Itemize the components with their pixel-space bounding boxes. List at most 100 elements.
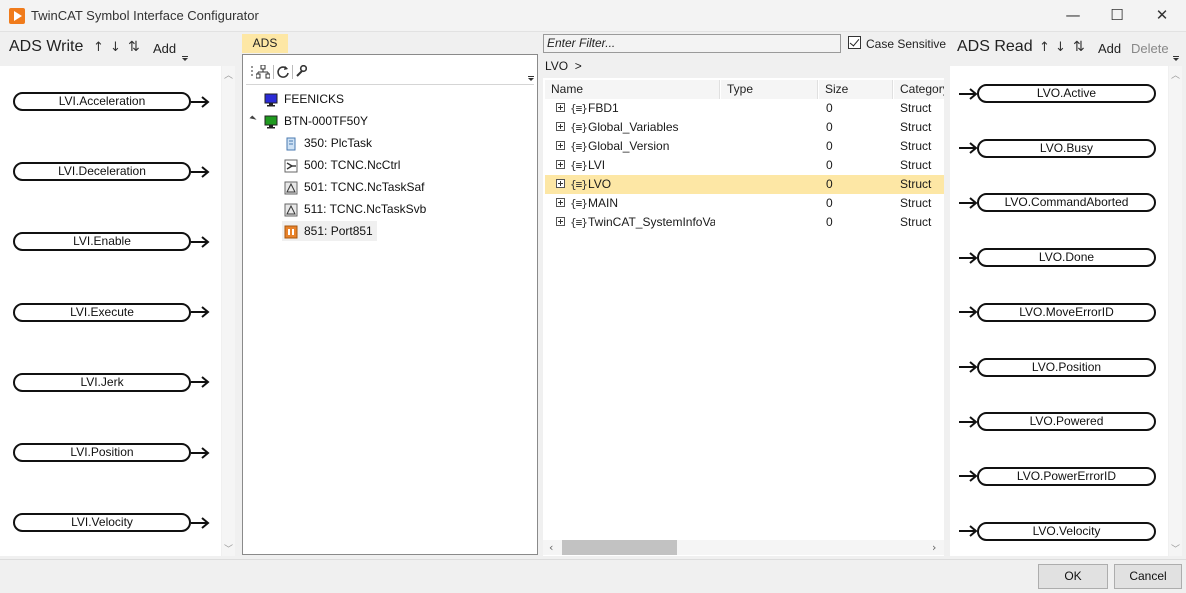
more-options-icon[interactable] xyxy=(182,56,190,62)
hscroll-thumb[interactable] xyxy=(562,540,677,555)
ads-write-symbol[interactable]: LVI.Jerk xyxy=(13,372,191,392)
symbol-category: Struct xyxy=(900,215,932,229)
input-arrow-icon xyxy=(959,87,978,100)
move-up-button[interactable]: ↑ xyxy=(93,40,104,55)
ads-read-symbol[interactable]: LVO.Active xyxy=(977,84,1156,103)
toolbar-grip-icon xyxy=(251,66,253,76)
tree-node-label: 851: Port851 xyxy=(304,224,373,238)
ads-read-symbol[interactable]: LVO.Position xyxy=(977,357,1156,377)
move-up-button[interactable]: ↑ xyxy=(1039,40,1050,55)
scroll-left-icon[interactable]: ‹ xyxy=(549,541,553,554)
ads-write-symbol[interactable]: LVI.Enable xyxy=(13,232,191,252)
tree-node[interactable]: 500: TCNC.NcCtrl xyxy=(282,155,404,175)
symbol-category: Struct xyxy=(900,101,932,115)
breadcrumb[interactable]: LVO > xyxy=(545,59,582,73)
expand-icon[interactable] xyxy=(556,141,565,150)
filter-input[interactable]: Enter Filter... xyxy=(543,34,841,53)
move-down-button[interactable]: ↓ xyxy=(110,40,121,55)
scroll-down-icon[interactable]: ﹀ xyxy=(1171,542,1180,555)
ads-write-symbol[interactable]: LVI.Position xyxy=(13,443,191,462)
ads-read-symbol[interactable]: LVO.MoveErrorID xyxy=(977,302,1156,322)
case-sensitive-label[interactable]: Case Sensitive xyxy=(866,37,946,51)
struct-icon: {≡} xyxy=(570,216,588,229)
sort-button[interactable]: ⇅ xyxy=(1073,39,1085,55)
expand-icon[interactable] xyxy=(556,179,565,188)
tree-node[interactable]: 350: PlcTask xyxy=(282,133,376,153)
scroll-down-icon[interactable]: ﹀ xyxy=(224,542,233,555)
tree-node-label: 350: PlcTask xyxy=(304,136,373,150)
symbol-row[interactable]: {≡} LVO 0 Struct xyxy=(545,175,944,194)
expand-icon[interactable] xyxy=(556,198,565,207)
sort-button[interactable]: ⇅ xyxy=(128,39,140,55)
scroll-right-icon[interactable]: › xyxy=(932,541,936,554)
symbol-name: Global_Variables xyxy=(588,120,679,134)
expand-icon[interactable] xyxy=(556,103,565,112)
move-down-button[interactable]: ↓ xyxy=(1055,40,1066,55)
column-header-category[interactable]: Category xyxy=(894,80,944,99)
input-arrow-icon xyxy=(959,470,978,483)
delete-button[interactable]: Delete xyxy=(1131,41,1169,56)
footer-bar xyxy=(0,559,1186,593)
monitor-blue-icon xyxy=(264,93,278,107)
symbol-row[interactable]: {≡} LVI 0 Struct xyxy=(545,156,944,175)
input-arrow-icon xyxy=(959,251,978,264)
wrench-icon[interactable] xyxy=(295,65,307,77)
struct-icon: {≡} xyxy=(570,140,588,153)
ok-button[interactable]: OK xyxy=(1038,564,1108,589)
nc-task-icon xyxy=(284,203,298,217)
tree-node[interactable]: 501: TCNC.NcTaskSaf xyxy=(282,177,429,197)
add-button[interactable]: Add xyxy=(1098,41,1121,56)
symbol-grid-hscrollbar[interactable]: ‹ › xyxy=(543,540,944,555)
expand-icon[interactable] xyxy=(556,122,565,131)
symbol-row[interactable]: {≡} MAIN 0 Struct xyxy=(545,194,944,213)
ads-read-symbol[interactable]: LVO.Busy xyxy=(977,138,1156,158)
more-options-icon[interactable] xyxy=(1173,56,1181,62)
symbol-name: FBD1 xyxy=(588,101,619,115)
ads-read-symbol[interactable]: LVO.Velocity xyxy=(977,521,1156,541)
expand-icon[interactable] xyxy=(556,160,565,169)
output-arrow-icon xyxy=(191,306,210,318)
symbol-row[interactable]: {≡} Global_Variables 0 Struct xyxy=(545,118,944,137)
ads-write-symbol[interactable]: LVI.Acceleration xyxy=(13,92,191,111)
expand-icon[interactable] xyxy=(556,217,565,226)
ads-read-scrollbar[interactable]: ︿ ﹀ xyxy=(1169,66,1182,556)
tree-node[interactable]: BTN-000TF50Y xyxy=(262,111,372,131)
symbol-category: Struct xyxy=(900,139,932,153)
output-arrow-icon xyxy=(191,446,210,459)
symbol-row[interactable]: {≡} FBD1 0 Struct xyxy=(545,99,944,118)
column-header-type[interactable]: Type xyxy=(721,80,818,99)
cancel-button[interactable]: Cancel xyxy=(1114,564,1182,589)
struct-icon: {≡} xyxy=(570,121,588,134)
ads-read-symbol[interactable]: LVO.Powered xyxy=(977,412,1156,432)
symbol-row[interactable]: {≡} Global_Version 0 Struct xyxy=(545,137,944,156)
toolbar-separator xyxy=(292,65,293,79)
minimize-button[interactable]: — xyxy=(1050,0,1096,32)
scroll-up-icon[interactable]: ︿ xyxy=(1171,68,1180,81)
tab-ads[interactable]: ADS xyxy=(242,34,288,53)
tree-node-label: BTN-000TF50Y xyxy=(284,114,369,128)
ads-write-symbol[interactable]: LVI.Velocity xyxy=(13,513,191,533)
symbol-category: Struct xyxy=(900,196,932,210)
tree-node[interactable]: 511: TCNC.NcTaskSvb xyxy=(282,199,430,219)
scroll-up-icon[interactable]: ︿ xyxy=(224,68,233,81)
ads-read-symbol[interactable]: LVO.PowerErrorID xyxy=(977,466,1156,486)
maximize-button[interactable]: ☐ xyxy=(1094,0,1140,32)
ads-write-symbol[interactable]: LVI.Deceleration xyxy=(13,162,191,182)
case-sensitive-checkbox[interactable] xyxy=(848,36,861,49)
ads-read-symbol[interactable]: LVO.Done xyxy=(977,248,1156,268)
refresh-icon[interactable] xyxy=(276,65,290,79)
column-header-size[interactable]: Size xyxy=(819,80,893,99)
symbol-row[interactable]: {≡}TwinCAT_SystemInfoVarList 0 Struct xyxy=(545,213,944,232)
ads-write-scrollbar[interactable]: ︿ ﹀ xyxy=(222,66,235,556)
ads-read-symbol[interactable]: LVO.CommandAborted xyxy=(977,193,1156,213)
toolbar-separator xyxy=(273,65,274,79)
column-header-name[interactable]: Name xyxy=(545,80,720,99)
tree-node[interactable]: FEENICKS xyxy=(262,89,348,109)
struct-icon: {≡} xyxy=(570,197,588,210)
tree-toolbar-more-icon[interactable] xyxy=(528,76,536,82)
ads-write-symbol[interactable]: LVI.Execute xyxy=(13,302,191,322)
tree-node[interactable]: 851: Port851 xyxy=(282,221,377,241)
network-tree-icon[interactable] xyxy=(256,65,270,79)
add-button[interactable]: Add xyxy=(153,41,176,56)
close-button[interactable]: ✕ xyxy=(1139,0,1185,32)
